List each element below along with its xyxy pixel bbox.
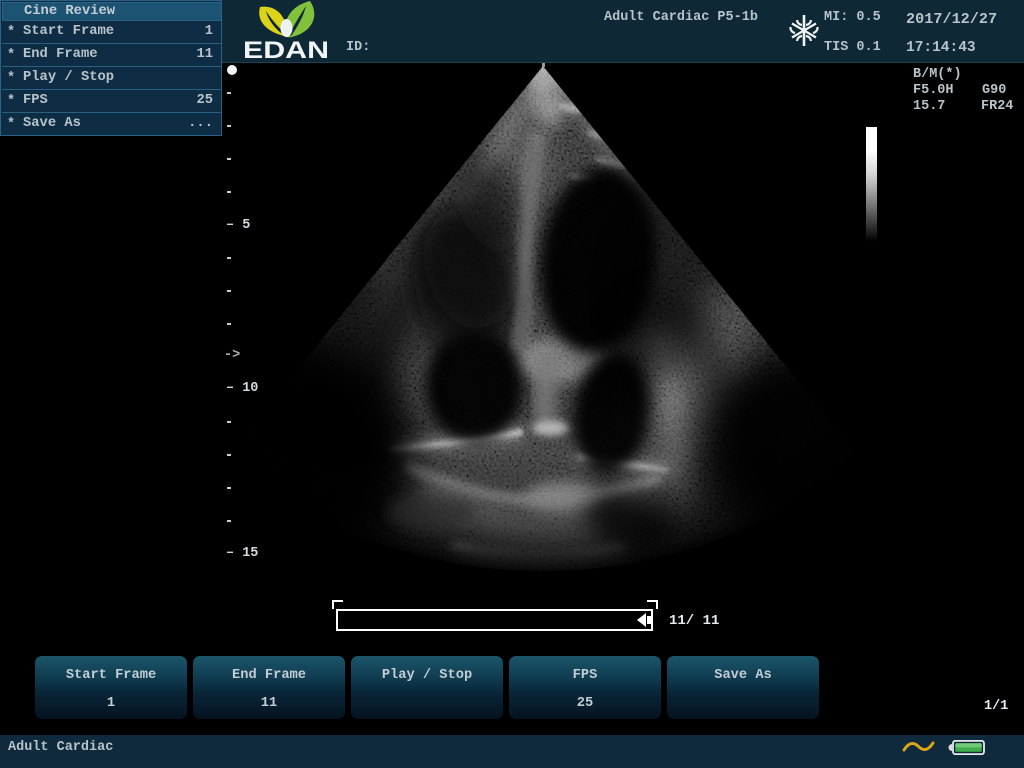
svg-text:EDAN: EDAN [243, 37, 329, 60]
